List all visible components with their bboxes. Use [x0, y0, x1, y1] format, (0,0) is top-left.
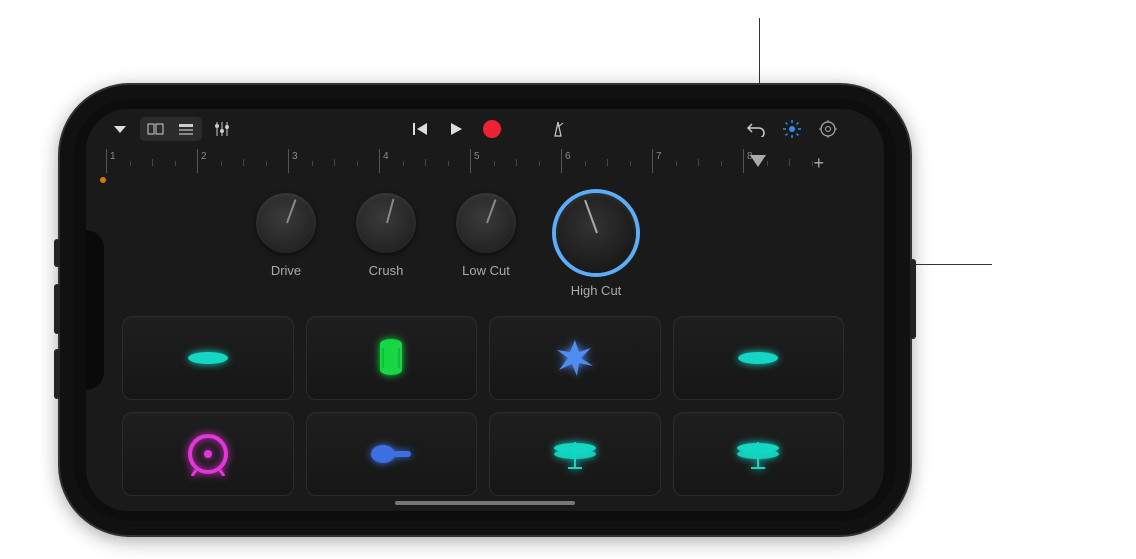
ruler-bar[interactable] [470, 149, 561, 173]
ruler-bar[interactable] [288, 149, 379, 173]
mixer-button[interactable] [206, 115, 238, 143]
knob-label: Crush [369, 263, 404, 278]
drive-knob[interactable] [256, 193, 316, 253]
hihat-pad-1[interactable] [489, 412, 661, 496]
record-button[interactable] [476, 115, 508, 143]
track-indicator-dot [100, 177, 106, 183]
playhead-marker[interactable] [750, 155, 766, 167]
hihat-pad-2[interactable] [673, 412, 845, 496]
timeline-ruler[interactable]: + [96, 149, 844, 173]
low-cut-knob[interactable] [456, 193, 516, 253]
drum-pad[interactable] [306, 316, 478, 400]
track-controls-button[interactable] [776, 115, 808, 143]
browser-menu-button[interactable] [104, 115, 136, 143]
mute-switch [54, 239, 60, 267]
volume-up [54, 284, 60, 334]
kick-pad[interactable] [122, 412, 294, 496]
low-cut-knob-unit: Low Cut [456, 193, 516, 298]
crush-knob-unit: Crush [356, 193, 416, 298]
drum-pads-grid [86, 312, 884, 496]
knob-label: High Cut [571, 283, 622, 298]
record-icon [483, 120, 501, 138]
drive-knob-unit: Drive [256, 193, 316, 298]
metronome-button[interactable] [542, 115, 574, 143]
previous-button[interactable] [404, 115, 436, 143]
ruler-bar[interactable] [652, 149, 743, 173]
ruler-bar[interactable] [197, 149, 288, 173]
power-button [910, 259, 916, 339]
add-section-button[interactable]: + [813, 153, 824, 174]
notch [86, 230, 104, 390]
ruler-bar[interactable] [561, 149, 652, 173]
high-cut-knob[interactable] [556, 193, 636, 273]
app-screen: + Drive Crush Low Cut High Cut [86, 109, 884, 511]
high-cut-knob-unit: High Cut [556, 193, 636, 298]
ruler-bar[interactable] [379, 149, 470, 173]
knobs-panel: Drive Crush Low Cut High Cut [86, 173, 884, 312]
shaker-pad[interactable] [306, 412, 478, 496]
crush-knob[interactable] [356, 193, 416, 253]
undo-button[interactable] [740, 115, 772, 143]
cells-view-button[interactable] [141, 118, 171, 140]
cymbal-pad-2[interactable] [673, 316, 845, 400]
knob-label: Low Cut [462, 263, 510, 278]
view-switcher [140, 117, 202, 141]
ruler-bar[interactable] [106, 149, 197, 173]
transport-toolbar [86, 109, 884, 149]
knob-label: Drive [271, 263, 301, 278]
settings-button[interactable] [812, 115, 844, 143]
list-view-button[interactable] [171, 118, 201, 140]
volume-down [54, 349, 60, 399]
clap-pad[interactable] [489, 316, 661, 400]
home-indicator [395, 501, 575, 505]
cymbal-pad[interactable] [122, 316, 294, 400]
phone-frame: + Drive Crush Low Cut High Cut [60, 85, 910, 535]
play-button[interactable] [440, 115, 472, 143]
